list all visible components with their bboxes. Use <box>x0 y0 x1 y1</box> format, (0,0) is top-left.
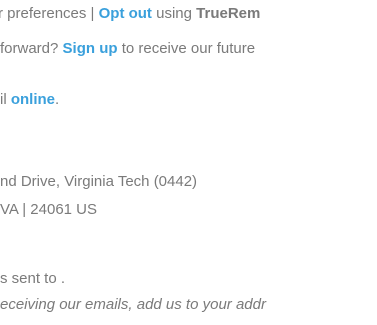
preferences-middle: using <box>151 5 197 22</box>
online-link[interactable]: online <box>11 91 55 108</box>
email-footer: r preferences | Opt out using TrueRem fo… <box>0 0 377 325</box>
sign-up-link[interactable]: Sign up <box>63 40 118 57</box>
forward-suffix: to receive our future <box>117 40 256 57</box>
address-line-1: nd Drive, Virginia Tech (0442) <box>0 173 198 190</box>
preferences-prefix: r preferences | <box>0 5 99 22</box>
address-line-2: VA | 24061 US <box>0 201 98 218</box>
sent-to-line: s sent to . <box>0 270 66 287</box>
truerem-brand: TrueRem <box>196 5 261 22</box>
forward-prefix: forward? <box>0 40 63 57</box>
preferences-line: r preferences | Opt out using TrueRem <box>0 5 260 23</box>
online-suffix: . <box>55 91 60 108</box>
forward-line: forward? Sign up to receive our future <box>0 40 255 58</box>
opt-out-link[interactable]: Opt out <box>99 5 152 22</box>
contacts-note: eceiving our emails, add us to your addr <box>0 296 266 313</box>
online-line: il online. <box>0 91 59 109</box>
online-prefix: il <box>0 91 11 108</box>
